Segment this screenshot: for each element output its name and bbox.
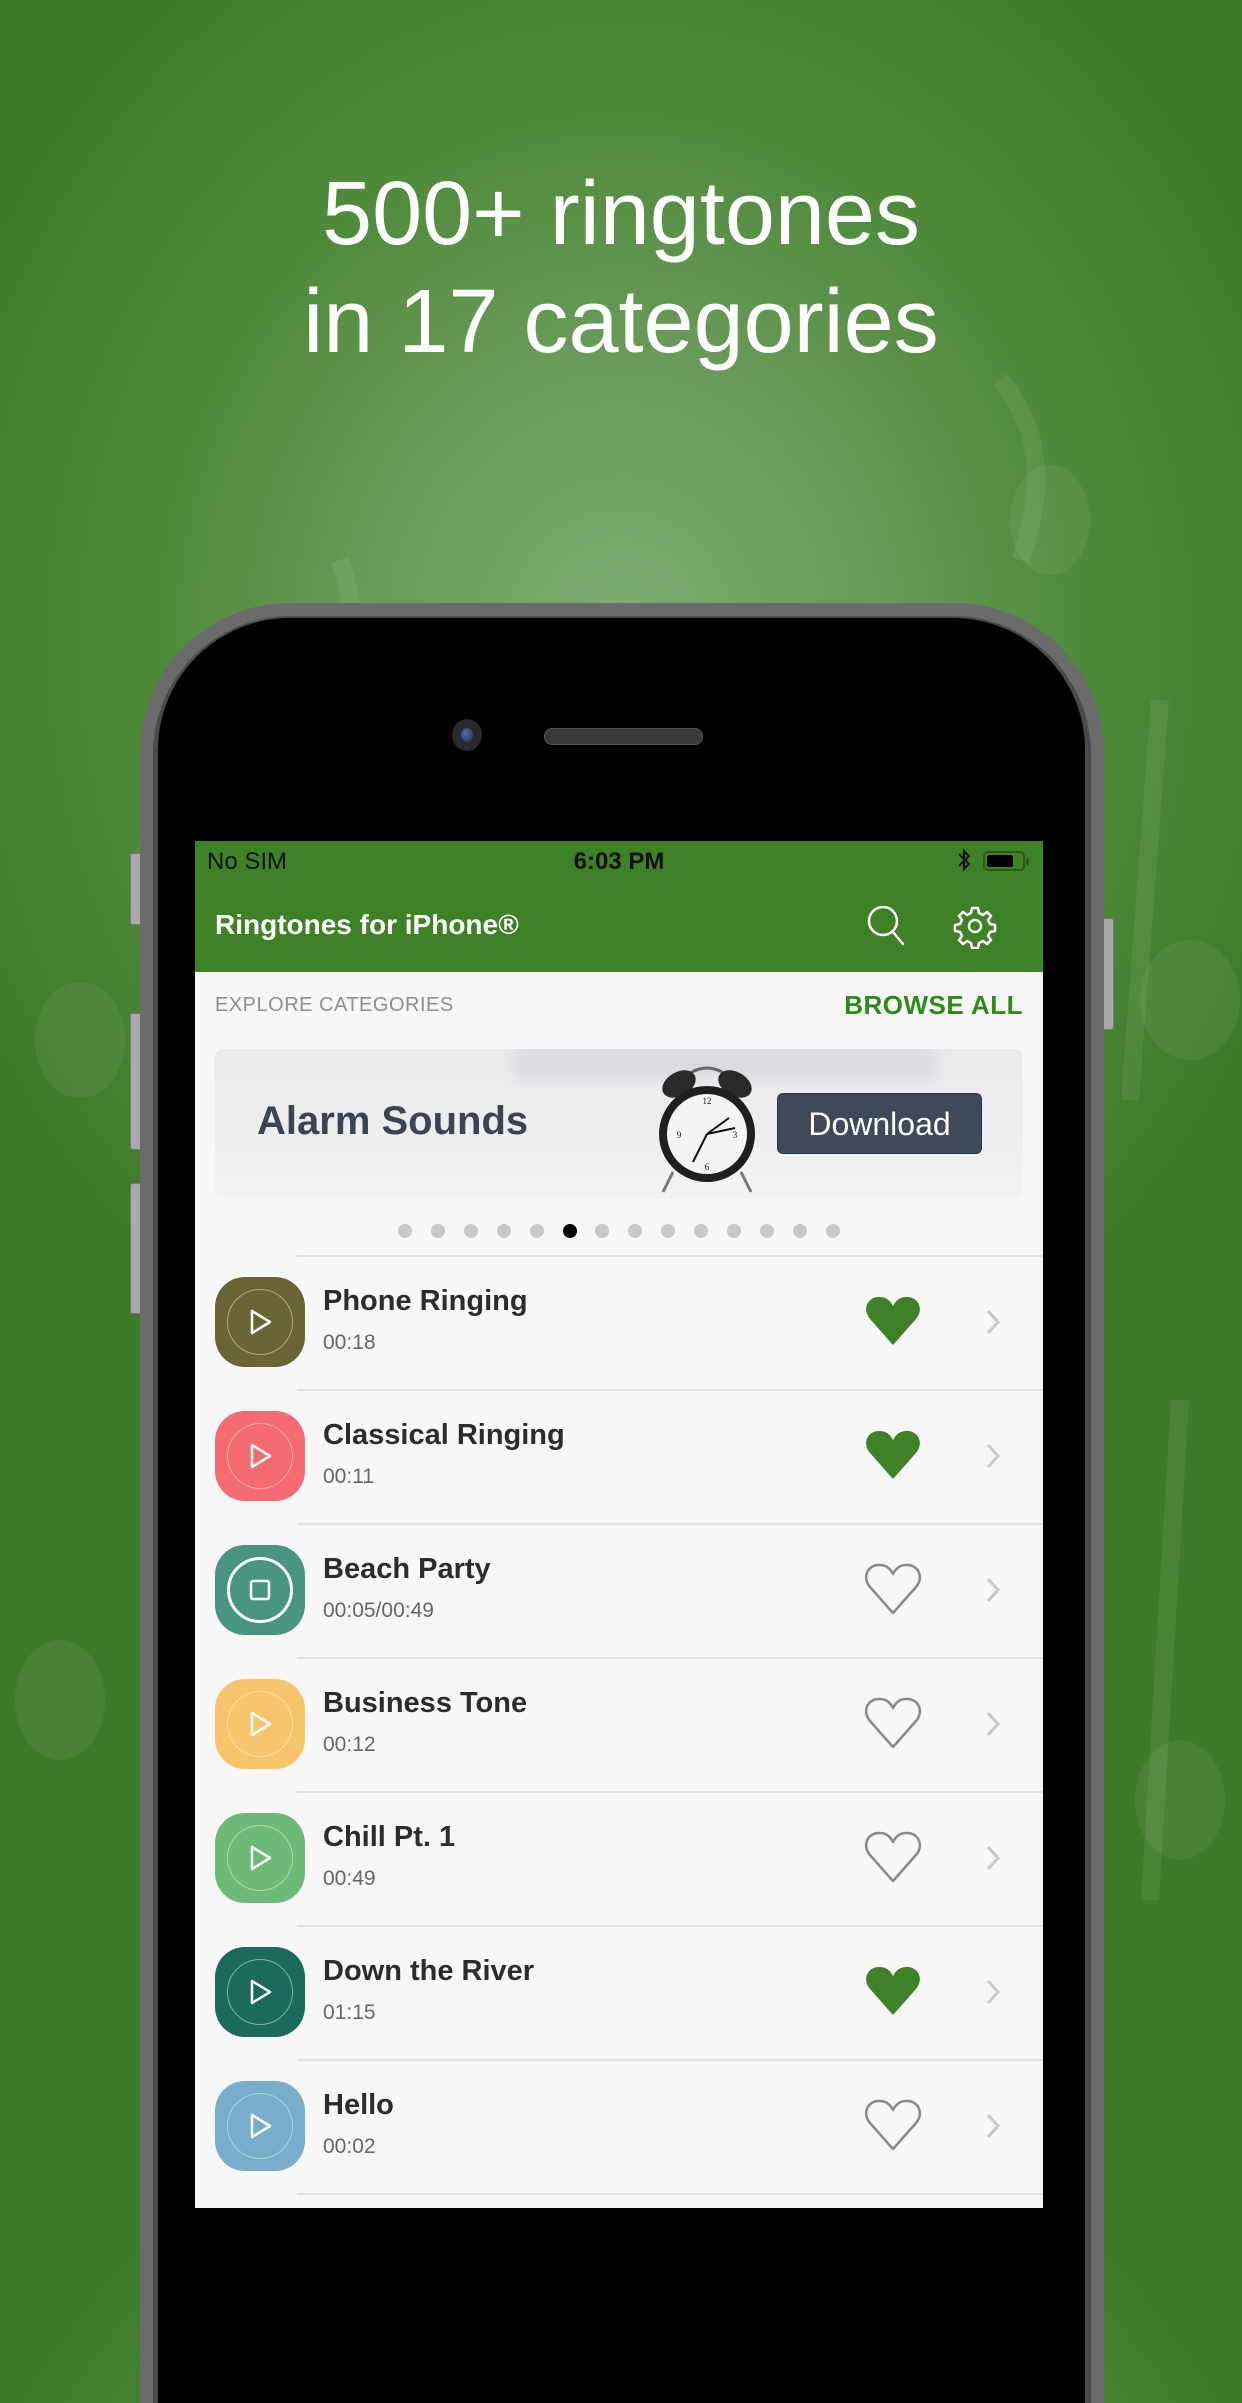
ringtone-duration: 00:18 bbox=[323, 1331, 376, 1354]
page-dot[interactable] bbox=[825, 1224, 840, 1238]
app-title: Ringtones for iPhone® bbox=[215, 909, 519, 940]
chevron-right-icon[interactable] bbox=[985, 1979, 1001, 2005]
banner-title: Alarm Sounds bbox=[257, 1099, 529, 1143]
ringtone-row[interactable]: Hello 00:02 bbox=[215, 2059, 1043, 2193]
ringtone-duration: 01:15 bbox=[323, 2001, 376, 2024]
heart-outline-icon[interactable] bbox=[864, 1563, 922, 1615]
ringtone-row[interactable]: Phone Ringing 00:18 bbox=[215, 1255, 1043, 1389]
page-dot[interactable] bbox=[759, 1224, 774, 1238]
ringtone-row[interactable]: Chill Pt. 1 00:49 bbox=[215, 1791, 1043, 1925]
play-button[interactable] bbox=[215, 1277, 305, 1367]
section-header: EXPLORE CATEGORIES BROWSE ALL bbox=[195, 972, 1043, 1032]
download-button[interactable]: Download bbox=[777, 1093, 982, 1154]
play-icon bbox=[250, 1443, 272, 1469]
play-icon bbox=[250, 1309, 272, 1335]
ringtone-row[interactable] bbox=[297, 2193, 1043, 2208]
svg-text:9: 9 bbox=[677, 1130, 682, 1140]
page-dot[interactable] bbox=[496, 1224, 511, 1238]
search-icon[interactable] bbox=[865, 903, 909, 951]
ringtone-duration: 00:12 bbox=[323, 1733, 376, 1756]
heart-filled-icon[interactable] bbox=[864, 1429, 922, 1481]
play-icon bbox=[250, 1979, 272, 2005]
page-dot[interactable] bbox=[661, 1224, 676, 1238]
play-button[interactable] bbox=[215, 1947, 305, 2037]
page-dot[interactable] bbox=[727, 1224, 741, 1238]
ringtone-row-content: Phone Ringing 00:18 bbox=[195, 1257, 1043, 1389]
page-dot[interactable] bbox=[792, 1224, 807, 1238]
ringtone-row[interactable]: Down the River 01:15 bbox=[215, 1925, 1043, 2059]
stop-button[interactable] bbox=[215, 1545, 305, 1635]
ringtone-title: Beach Party bbox=[323, 1553, 491, 1585]
play-icon bbox=[250, 1845, 272, 1871]
status-time: 6:03 PM bbox=[573, 848, 665, 875]
chevron-right-icon[interactable] bbox=[985, 1845, 1001, 1871]
ringtone-duration: 00:02 bbox=[323, 2135, 376, 2158]
page-dot[interactable] bbox=[628, 1224, 643, 1238]
play-icon bbox=[250, 1711, 272, 1737]
play-button[interactable] bbox=[215, 1679, 305, 1769]
alarm-clock-icon: 12 3 6 9 bbox=[659, 1066, 755, 1193]
status-bar: No SIM 6:03 PM bbox=[195, 841, 1043, 881]
ringtone-title: Business Tone bbox=[323, 1687, 528, 1719]
ringtone-row-content bbox=[195, 2195, 1043, 2208]
gear-icon[interactable] bbox=[952, 903, 998, 950]
page-dot[interactable] bbox=[694, 1224, 709, 1238]
ringtone-row-content: Hello 00:02 bbox=[195, 2061, 1043, 2193]
svg-text:3: 3 bbox=[733, 1130, 738, 1140]
headline-line-2: in 17 categories bbox=[303, 272, 939, 372]
heart-outline-icon[interactable] bbox=[864, 1697, 922, 1749]
category-banner[interactable]: Alarm Sounds 12 3 6 9 Download bbox=[215, 1049, 1023, 1199]
chevron-right-icon[interactable] bbox=[985, 1711, 1001, 1737]
chevron-right-icon[interactable] bbox=[985, 1443, 1001, 1469]
svg-text:12: 12 bbox=[703, 1096, 712, 1106]
front-camera-icon bbox=[452, 719, 482, 751]
page-dot[interactable] bbox=[430, 1224, 445, 1238]
heart-filled-icon[interactable] bbox=[864, 1295, 922, 1347]
ringtone-duration: 00:49 bbox=[323, 1867, 376, 1890]
browse-all-link[interactable]: BROWSE ALL bbox=[844, 990, 1023, 1021]
ringtone-title: Down the River bbox=[323, 1955, 535, 1987]
nav-bar: Ringtones for iPhone® bbox=[195, 881, 1043, 972]
explore-categories-label: EXPLORE CATEGORIES bbox=[215, 994, 454, 1016]
ringtone-row-content: Classical Ringing 00:11 bbox=[195, 1391, 1043, 1523]
heart-outline-icon[interactable] bbox=[864, 2099, 922, 2151]
chevron-right-icon[interactable] bbox=[985, 1309, 1001, 1335]
page-dot[interactable] bbox=[595, 1224, 610, 1238]
bluetooth-icon bbox=[957, 847, 971, 880]
chevron-right-icon[interactable] bbox=[985, 2113, 1001, 2139]
page-indicator[interactable] bbox=[195, 1224, 1043, 1238]
ringtone-row[interactable]: Beach Party 00:05/00:49 bbox=[215, 1523, 1043, 1657]
heart-outline-icon[interactable] bbox=[864, 1831, 922, 1883]
ringtone-title: Chill Pt. 1 bbox=[323, 1821, 456, 1853]
page-dot[interactable] bbox=[463, 1224, 478, 1238]
play-button[interactable] bbox=[215, 1813, 305, 1903]
svg-text:6: 6 bbox=[705, 1162, 710, 1172]
page-dot[interactable] bbox=[562, 1224, 577, 1238]
play-icon bbox=[250, 2113, 272, 2139]
earpiece-speaker bbox=[544, 728, 703, 745]
heart-filled-icon[interactable] bbox=[864, 1965, 922, 2017]
page-dot[interactable] bbox=[529, 1224, 544, 1238]
ringtone-row[interactable]: Business Tone 00:12 bbox=[215, 1657, 1043, 1791]
stop-icon bbox=[249, 1579, 271, 1601]
ringtone-title: Phone Ringing bbox=[323, 1285, 528, 1317]
ringtone-title: Hello bbox=[323, 2089, 394, 2121]
play-button[interactable] bbox=[215, 2081, 305, 2171]
app-screen: No SIM 6:03 PM Ringtones for iPhone® EXP… bbox=[195, 841, 1043, 2208]
ringtone-row-content: Down the River 01:15 bbox=[195, 1927, 1043, 2059]
ringtone-duration: 00:11 bbox=[323, 1465, 374, 1488]
headline-line-1: 500+ ringtones bbox=[322, 164, 920, 264]
ringtone-row-content: Beach Party 00:05/00:49 bbox=[195, 1525, 1043, 1657]
promo-headline: 500+ ringtones in 17 categories bbox=[0, 160, 1242, 376]
ringtone-row-content: Business Tone 00:12 bbox=[195, 1659, 1043, 1791]
play-button[interactable] bbox=[215, 1411, 305, 1501]
chevron-right-icon[interactable] bbox=[985, 1577, 1001, 1603]
battery-icon bbox=[983, 851, 1029, 871]
ringtone-list: Phone Ringing 00:18 Classical Ringing 00:11… bbox=[195, 1255, 1043, 2208]
ringtone-title: Classical Ringing bbox=[323, 1419, 565, 1451]
ringtone-row[interactable]: Classical Ringing 00:11 bbox=[215, 1389, 1043, 1523]
page-dot[interactable] bbox=[398, 1224, 412, 1238]
ringtone-row-content: Chill Pt. 1 00:49 bbox=[195, 1793, 1043, 1925]
ringtone-duration: 00:05/00:49 bbox=[323, 1599, 434, 1622]
